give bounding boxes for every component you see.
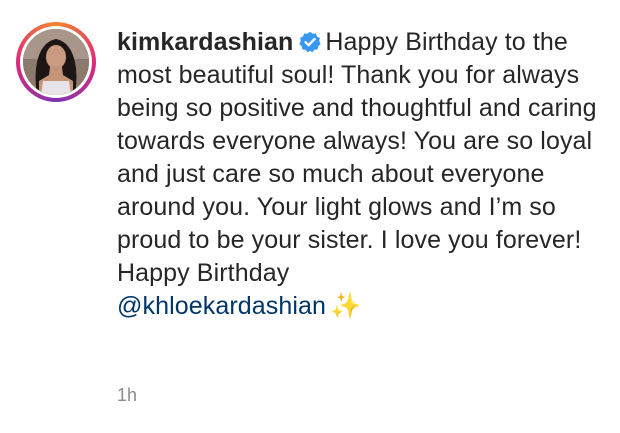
avatar-image bbox=[23, 29, 89, 95]
comment-message: Happy Birthday to the most beautiful sou… bbox=[117, 28, 597, 287]
timestamp[interactable]: 1h bbox=[117, 385, 137, 406]
story-ring[interactable] bbox=[16, 22, 96, 102]
avatar[interactable] bbox=[23, 29, 89, 95]
verified-badge-icon bbox=[299, 29, 321, 53]
sparkles-emoji: ✨ bbox=[330, 292, 362, 320]
username-link[interactable]: kimkardashian bbox=[117, 28, 293, 56]
comment-text: kimkardashian Happy Birthday to the most … bbox=[117, 26, 607, 323]
comment: kimkardashian Happy Birthday to the most … bbox=[0, 0, 620, 433]
avatar-gap bbox=[20, 26, 92, 98]
mention-link[interactable]: @khloekardashian bbox=[117, 292, 326, 320]
